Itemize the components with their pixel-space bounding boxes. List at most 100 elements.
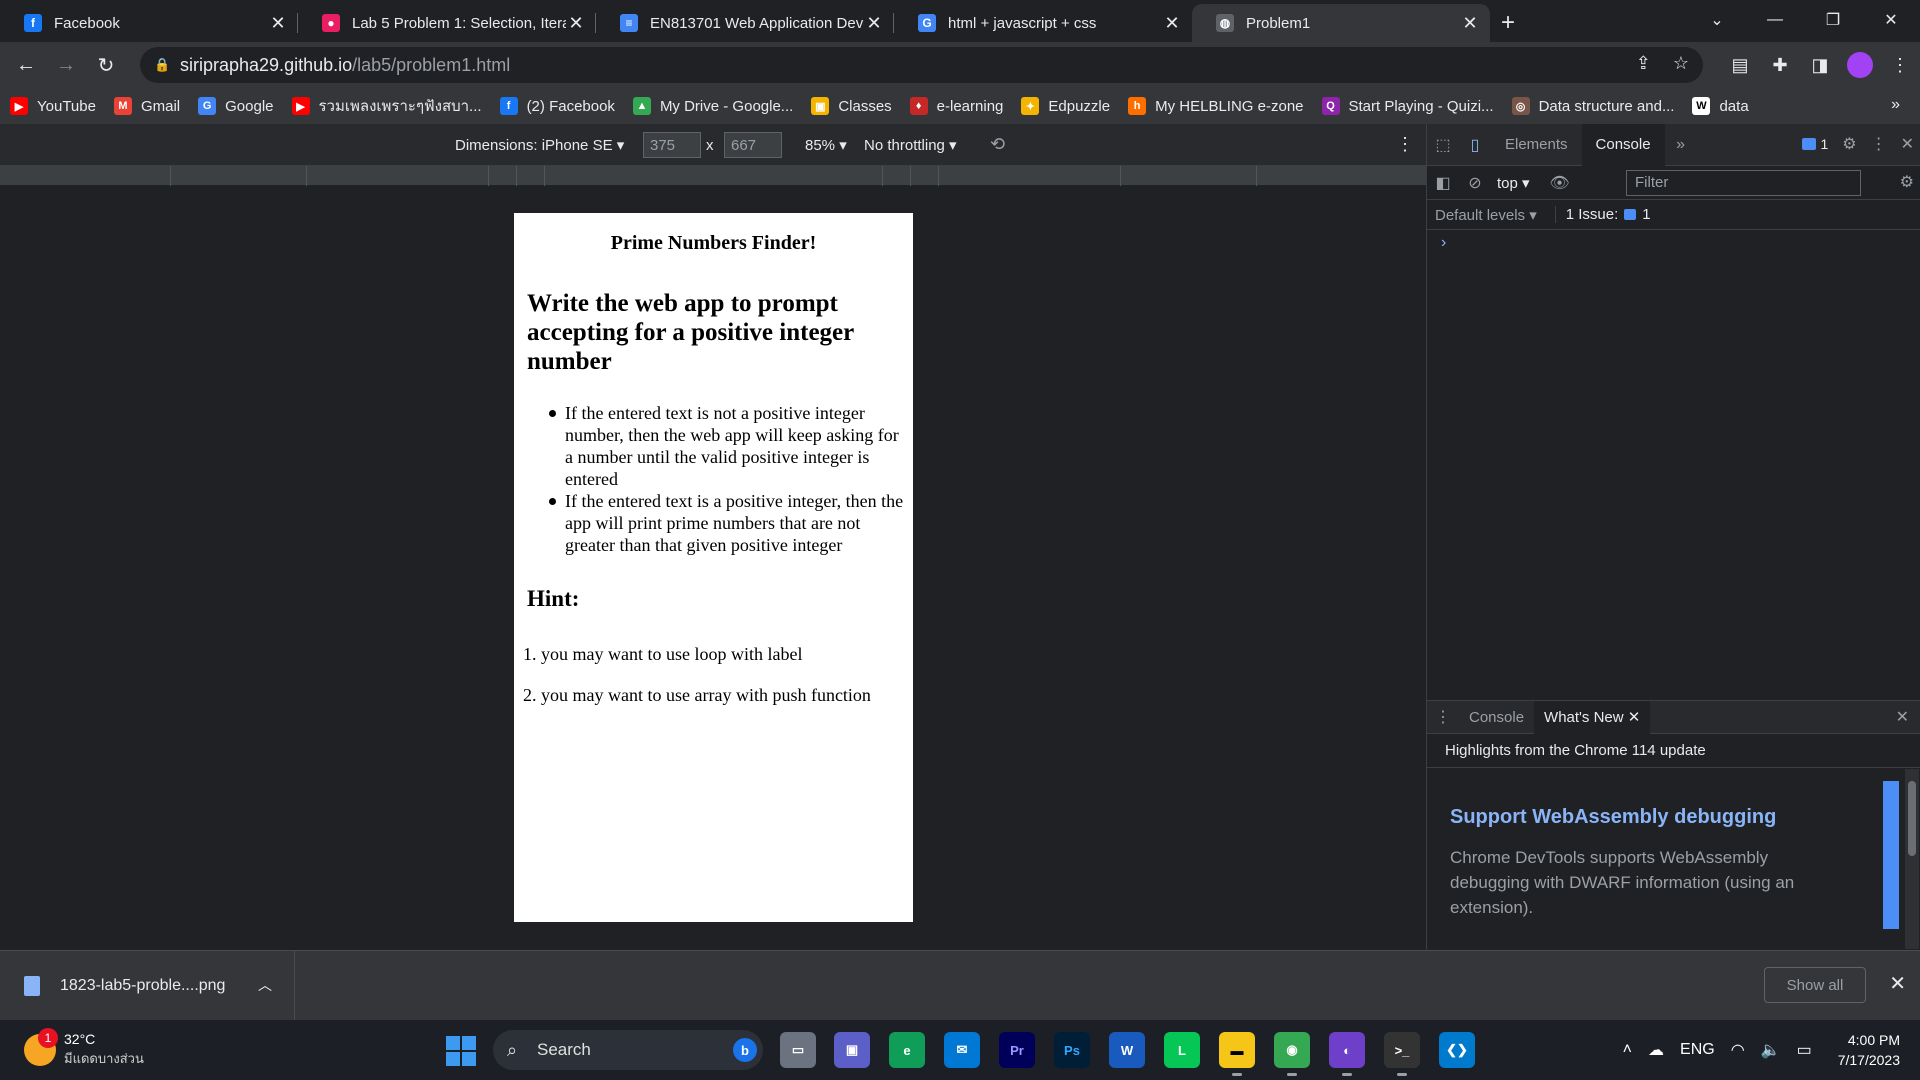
devtools-menu-icon[interactable]: ⋮: [1871, 134, 1887, 154]
bookmark-elearning[interactable]: ♦ e-learning: [909, 97, 1003, 115]
side-panel-icon[interactable]: ◨: [1800, 55, 1840, 76]
zoom-select[interactable]: 85% ▾: [805, 136, 847, 154]
bookmark-thai-songs[interactable]: ▶ รวมเพลงเพราะๆฟังสบา...: [291, 94, 482, 118]
photoshop-icon[interactable]: Ps: [1054, 1032, 1090, 1068]
profile-avatar[interactable]: [1847, 52, 1873, 78]
reload-button[interactable]: ↻: [86, 45, 126, 85]
more-bookmarks-icon[interactable]: »: [1891, 96, 1900, 114]
tab-html-js-css[interactable]: G html + javascript + css ✕: [894, 4, 1192, 42]
tab-console[interactable]: Console: [1581, 123, 1665, 166]
bing-icon[interactable]: b: [733, 1038, 757, 1062]
sidebar-toggle-icon[interactable]: ◧: [1427, 173, 1459, 193]
settings-gear-icon[interactable]: ⚙: [1842, 134, 1856, 154]
task-view-icon[interactable]: ▭: [780, 1032, 816, 1068]
console-prompt[interactable]: ›: [1441, 234, 1446, 252]
drawer-scrollbar[interactable]: [1905, 769, 1919, 949]
weather-widget[interactable]: 1 32°C มีแดดบางส่วน: [24, 1027, 144, 1069]
close-drawer-icon[interactable]: ✕: [1896, 707, 1909, 727]
lock-icon[interactable]: 🔒: [154, 57, 170, 73]
media-query-ruler[interactable]: [0, 166, 1426, 186]
bookmark-edpuzzle[interactable]: ✦ Edpuzzle: [1021, 97, 1110, 115]
forward-button[interactable]: →: [46, 45, 86, 85]
drawer-menu-icon[interactable]: ⋮: [1427, 707, 1459, 727]
github-desktop-icon[interactable]: ◐: [1329, 1032, 1365, 1076]
start-button[interactable]: [446, 1036, 476, 1066]
context-select[interactable]: top ▾: [1497, 174, 1530, 192]
close-tab-icon[interactable]: ✕: [1162, 13, 1182, 34]
premiere-icon[interactable]: Pr: [999, 1032, 1035, 1068]
live-expression-eye-icon[interactable]: 👁: [1544, 173, 1576, 193]
cloud-icon[interactable]: ☁: [1648, 1040, 1664, 1060]
restore-button[interactable]: ❐: [1804, 0, 1862, 40]
file-explorer-icon[interactable]: ▬: [1219, 1032, 1255, 1076]
device-toggle-icon[interactable]: ▯: [1459, 135, 1491, 155]
drawer-tab-console[interactable]: Console: [1459, 701, 1534, 734]
tab-problem1[interactable]: ◍ Problem1 ✕: [1192, 4, 1490, 42]
width-input[interactable]: 375: [643, 132, 701, 158]
download-item[interactable]: 1823-lab5-proble....png ︿: [0, 951, 295, 1021]
throttling-select[interactable]: No throttling ▾: [864, 136, 957, 154]
scrollbar-thumb[interactable]: [1908, 781, 1916, 856]
language-indicator[interactable]: ENG: [1680, 1041, 1715, 1059]
bookmark-facebook[interactable]: f (2) Facebook: [499, 97, 615, 115]
close-devtools-icon[interactable]: ✕: [1901, 134, 1914, 154]
edge-icon[interactable]: e: [889, 1032, 925, 1068]
terminal-icon[interactable]: >_: [1384, 1032, 1420, 1076]
battery-icon[interactable]: ▭: [1797, 1040, 1812, 1060]
bookmark-my-drive[interactable]: ▲ My Drive - Google...: [632, 97, 793, 115]
whats-new-title[interactable]: Support WebAssembly debugging: [1450, 806, 1776, 829]
drawer-tab-whats-new[interactable]: What's New ✕: [1534, 700, 1651, 734]
share-icon[interactable]: ⇪: [1636, 53, 1651, 74]
chrome-icon[interactable]: ◉: [1274, 1032, 1310, 1076]
issues-badge[interactable]: 1: [1802, 136, 1828, 152]
tab-lab5-problem1[interactable]: ● Lab 5 Problem 1: Selection, Iterat ✕: [298, 4, 596, 42]
device-select[interactable]: Dimensions: iPhone SE ▾: [455, 136, 624, 154]
close-tab-icon[interactable]: ✕: [268, 13, 288, 34]
show-all-button[interactable]: Show all: [1764, 967, 1866, 1003]
line-icon[interactable]: L: [1164, 1032, 1200, 1068]
bookmark-quizizz[interactable]: Q Start Playing - Quizi...: [1321, 97, 1494, 115]
inspect-element-icon[interactable]: ⬚: [1427, 135, 1459, 155]
close-download-bar-icon[interactable]: ✕: [1889, 971, 1906, 996]
tab-search-icon[interactable]: ⌄: [1688, 0, 1746, 40]
address-bar[interactable]: 🔒 siriprapha29.github.io /lab5/problem1.…: [140, 47, 1703, 83]
wifi-icon[interactable]: ◠: [1731, 1040, 1745, 1060]
levels-select[interactable]: Default levels ▾: [1435, 206, 1537, 224]
clock[interactable]: 4:00 PM 7/17/2023: [1838, 1030, 1900, 1070]
tab-elements[interactable]: Elements: [1491, 124, 1582, 166]
volume-icon[interactable]: 🔈: [1761, 1040, 1781, 1060]
close-tab-icon[interactable]: ✕: [864, 13, 884, 34]
taskbar-search[interactable]: ⌕ Search b: [493, 1030, 763, 1070]
word-icon[interactable]: W: [1109, 1032, 1145, 1068]
height-input[interactable]: 667: [724, 132, 782, 158]
close-tab-icon[interactable]: ✕: [1460, 13, 1480, 34]
menu-kebab-icon[interactable]: ⋮: [1880, 55, 1920, 76]
teams-icon[interactable]: ▣: [834, 1032, 870, 1068]
more-tabs-icon[interactable]: »: [1665, 136, 1697, 154]
bookmark-helbling[interactable]: h My HELBLING e-zone: [1128, 97, 1304, 115]
chevron-up-icon[interactable]: ˄: [1623, 1041, 1632, 1059]
tab-en813701[interactable]: ≡ EN813701 Web Application Deve ✕: [596, 4, 894, 42]
bookmark-gmail[interactable]: M Gmail: [113, 97, 180, 115]
bookmark-data[interactable]: Wdata: [1692, 97, 1749, 115]
reading-list-icon[interactable]: ▤: [1720, 55, 1760, 76]
console-filter-input[interactable]: Filter: [1626, 170, 1861, 196]
chevron-up-icon[interactable]: ︿: [258, 975, 272, 995]
back-button[interactable]: ←: [6, 45, 46, 85]
console-settings-icon[interactable]: ⚙: [1900, 172, 1914, 192]
bookmark-youtube[interactable]: ▶ YouTube: [10, 97, 96, 115]
close-tab-icon[interactable]: ✕: [566, 13, 586, 34]
bookmark-data-structure[interactable]: ◎ Data structure and...: [1511, 97, 1674, 115]
bookmark-google[interactable]: G Google: [198, 97, 274, 115]
bookmark-classes[interactable]: ▣ Classes: [811, 97, 892, 115]
close-window-button[interactable]: ✕: [1862, 0, 1920, 40]
rotate-icon[interactable]: ⟲: [990, 134, 1005, 155]
bookmark-star-icon[interactable]: ☆: [1673, 53, 1689, 74]
device-menu-icon[interactable]: ⋮: [1396, 134, 1414, 155]
clear-console-icon[interactable]: ⊘: [1459, 173, 1491, 193]
tab-facebook[interactable]: f Facebook ✕: [0, 4, 298, 42]
mail-icon[interactable]: ✉: [944, 1032, 980, 1068]
extensions-puzzle-icon[interactable]: ✚: [1760, 55, 1800, 76]
issues-button[interactable]: 1 Issue: 1: [1554, 206, 1651, 223]
close-tab-icon[interactable]: ✕: [1628, 708, 1641, 726]
